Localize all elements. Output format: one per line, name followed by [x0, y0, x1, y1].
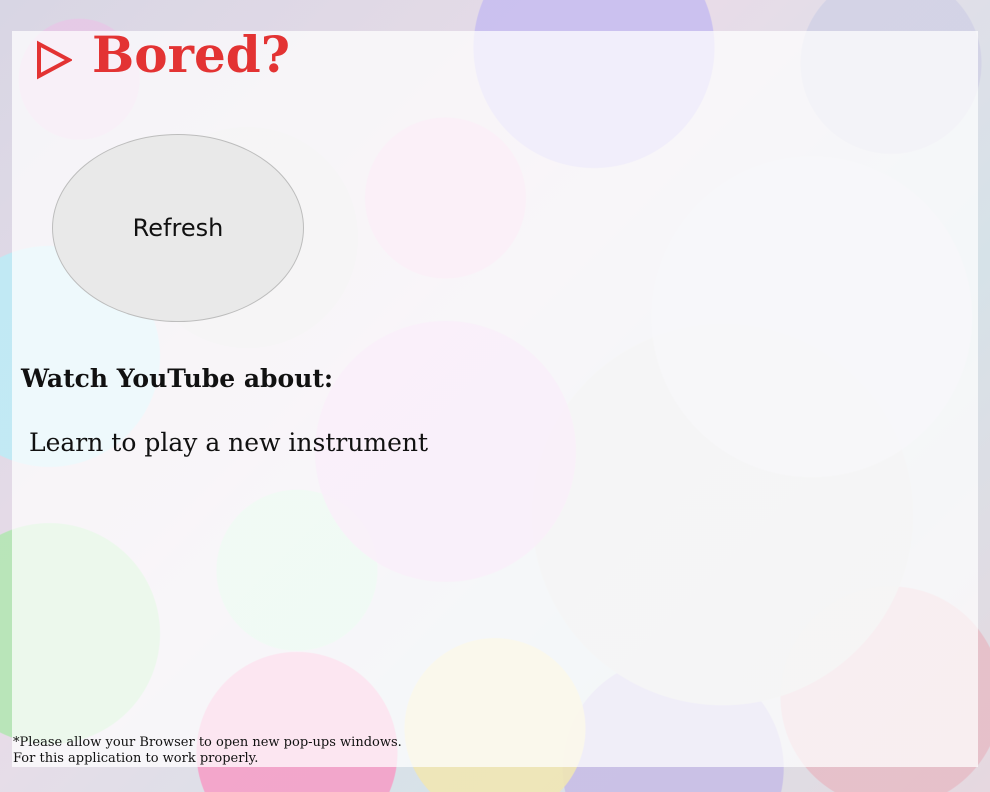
- section-heading: Watch YouTube about:: [21, 364, 334, 393]
- activity-suggestion-link[interactable]: Learn to play a new instrument: [29, 428, 428, 457]
- refresh-button[interactable]: Refresh: [52, 134, 304, 322]
- page-header: Bored?: [36, 30, 290, 80]
- page-title: Bored?: [92, 25, 291, 84]
- popup-notice-line-1: *Please allow your Browser to open new p…: [13, 735, 402, 750]
- play-outline-icon: [36, 40, 74, 80]
- popup-notice-line-2: For this application to work properly.: [13, 751, 259, 766]
- popup-notice: *Please allow your Browser to open new p…: [13, 735, 402, 767]
